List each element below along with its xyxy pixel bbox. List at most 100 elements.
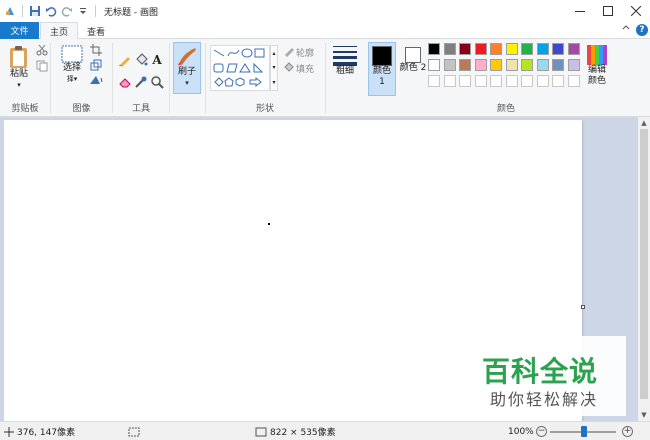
color-picker-icon[interactable]	[134, 75, 148, 89]
zoom-slider-thumb[interactable]	[581, 426, 587, 437]
ribbon-tabs: 文件 主页 查看 ?	[0, 22, 650, 40]
scroll-up-icon[interactable]: ▲	[638, 117, 650, 129]
image-group: 选择 择▾ 图像	[51, 39, 112, 117]
color-swatch[interactable]	[443, 59, 456, 71]
clipboard-icon	[10, 46, 27, 68]
status-bar: 376, 147像素 822 × 535像素 100% − +	[0, 421, 650, 440]
color-swatch[interactable]	[505, 43, 518, 55]
maximize-button[interactable]	[594, 0, 622, 22]
paint-app-icon[interactable]	[4, 5, 16, 17]
shapes-gallery[interactable]	[210, 45, 270, 91]
clipboard-group-label: 剪贴板	[11, 104, 39, 114]
color-swatch[interactable]	[459, 59, 471, 71]
magnifier-icon[interactable]	[150, 75, 164, 89]
color-swatch[interactable]	[505, 59, 518, 71]
cursor-position: 376, 147像素	[4, 422, 75, 440]
tab-view[interactable]: 查看	[78, 22, 114, 40]
color-swatch[interactable]	[474, 75, 487, 87]
paste-button[interactable]: 粘贴 ▾	[6, 45, 32, 91]
color-swatch[interactable]	[490, 43, 502, 55]
cursor-position-text: 376, 147像素	[17, 428, 76, 438]
outline-label[interactable]: 轮廓	[296, 46, 314, 59]
color-swatch[interactable]	[521, 59, 533, 71]
cut-icon[interactable]	[35, 43, 49, 57]
canvas-size-icon	[255, 427, 267, 436]
close-button[interactable]	[622, 0, 650, 22]
collapse-ribbon-icon[interactable]	[622, 24, 630, 35]
color-swatch[interactable]	[428, 43, 440, 55]
shapes-group: ▴ ▾ ▾ 轮廓 填充 形状	[206, 39, 324, 117]
color-swatch[interactable]	[552, 75, 564, 87]
shapes-scroll[interactable]: ▴ ▾ ▾	[270, 45, 278, 91]
brush-icon	[178, 48, 196, 66]
fill-label[interactable]: 填充	[296, 62, 314, 75]
select-button[interactable]: 选择 择▾	[59, 45, 85, 85]
color2-button[interactable]: 颜色 2	[399, 45, 427, 74]
color-swatch[interactable]	[521, 43, 533, 55]
rotate-icon[interactable]	[89, 73, 103, 87]
colors-group: 颜色	[428, 39, 584, 117]
outline-icon[interactable]	[282, 44, 296, 58]
window-title: 无标题 - 画图	[104, 7, 158, 18]
pencil-icon[interactable]	[118, 53, 132, 67]
zoom-in-button[interactable]: +	[622, 426, 633, 437]
zoom-out-button[interactable]: −	[536, 426, 547, 437]
color-swatch[interactable]	[443, 75, 456, 87]
tools-group-label: 工具	[131, 104, 150, 114]
copy-icon[interactable]	[35, 59, 49, 73]
brushes-label: 刷子	[177, 67, 196, 77]
resize-icon[interactable]	[89, 58, 103, 72]
minimize-button[interactable]	[566, 0, 594, 22]
select-label: 选择	[62, 63, 81, 73]
brushes-button[interactable]: 刷子 ▾	[173, 42, 201, 94]
color-swatch[interactable]	[428, 59, 440, 71]
color-swatch[interactable]	[567, 43, 580, 55]
selection-icon	[61, 45, 83, 63]
tab-file[interactable]: 文件	[0, 22, 39, 39]
size-group: 粗细	[326, 39, 364, 117]
paste-label: 粘贴	[9, 69, 28, 79]
color-swatch[interactable]	[552, 43, 564, 55]
color-swatch[interactable]	[536, 59, 549, 71]
color-swatch[interactable]	[552, 59, 564, 71]
undo-icon[interactable]	[45, 5, 57, 17]
color-swatch[interactable]	[536, 75, 549, 87]
color-swatch[interactable]	[521, 75, 533, 87]
fill-icon[interactable]	[282, 60, 296, 74]
save-icon[interactable]	[29, 5, 41, 17]
vertical-scrollbar[interactable]: ▲ ▼	[638, 117, 650, 421]
color-swatch[interactable]	[505, 75, 518, 87]
canvas-size: 822 × 535像素	[255, 422, 336, 440]
text-tool-icon[interactable]: A	[150, 53, 164, 67]
customize-toolbar-icon[interactable]	[77, 5, 89, 17]
color1-button[interactable]: 颜色 1	[368, 42, 396, 96]
color-swatch[interactable]	[567, 75, 580, 87]
eraser-icon[interactable]	[118, 75, 132, 89]
edit-colors-label: 编辑颜色	[587, 65, 606, 86]
title-bar: 无标题 - 画图	[0, 0, 650, 22]
color-swatch[interactable]	[474, 59, 487, 71]
color-wheel-icon	[587, 45, 607, 65]
color-swatch[interactable]	[459, 43, 471, 55]
scroll-down-icon[interactable]: ▼	[638, 409, 650, 421]
redo-icon[interactable]	[61, 5, 73, 17]
color-swatch[interactable]	[536, 43, 549, 55]
colors-group-label: 颜色	[496, 104, 515, 114]
crop-icon[interactable]	[89, 43, 103, 57]
tab-home[interactable]: 主页	[40, 22, 78, 40]
help-icon[interactable]: ?	[636, 24, 648, 36]
color-swatch[interactable]	[459, 75, 471, 87]
size-label: 粗细	[335, 66, 354, 76]
color-swatch[interactable]	[474, 43, 487, 55]
color-swatch[interactable]	[567, 59, 580, 71]
color-swatch[interactable]	[490, 59, 502, 71]
clipboard-group: 粘贴 ▾ 剪贴板	[0, 39, 50, 117]
color-swatch[interactable]	[428, 75, 440, 87]
size-button[interactable]: 粗细	[331, 44, 359, 77]
edit-colors-button[interactable]: 编辑颜色	[585, 45, 609, 87]
color-swatch[interactable]	[490, 75, 502, 87]
fill-bucket-icon[interactable]	[134, 53, 148, 67]
scrollbar-thumb[interactable]	[640, 129, 648, 399]
canvas-resize-handle-right[interactable]	[581, 305, 585, 309]
color-swatch[interactable]	[443, 43, 456, 55]
